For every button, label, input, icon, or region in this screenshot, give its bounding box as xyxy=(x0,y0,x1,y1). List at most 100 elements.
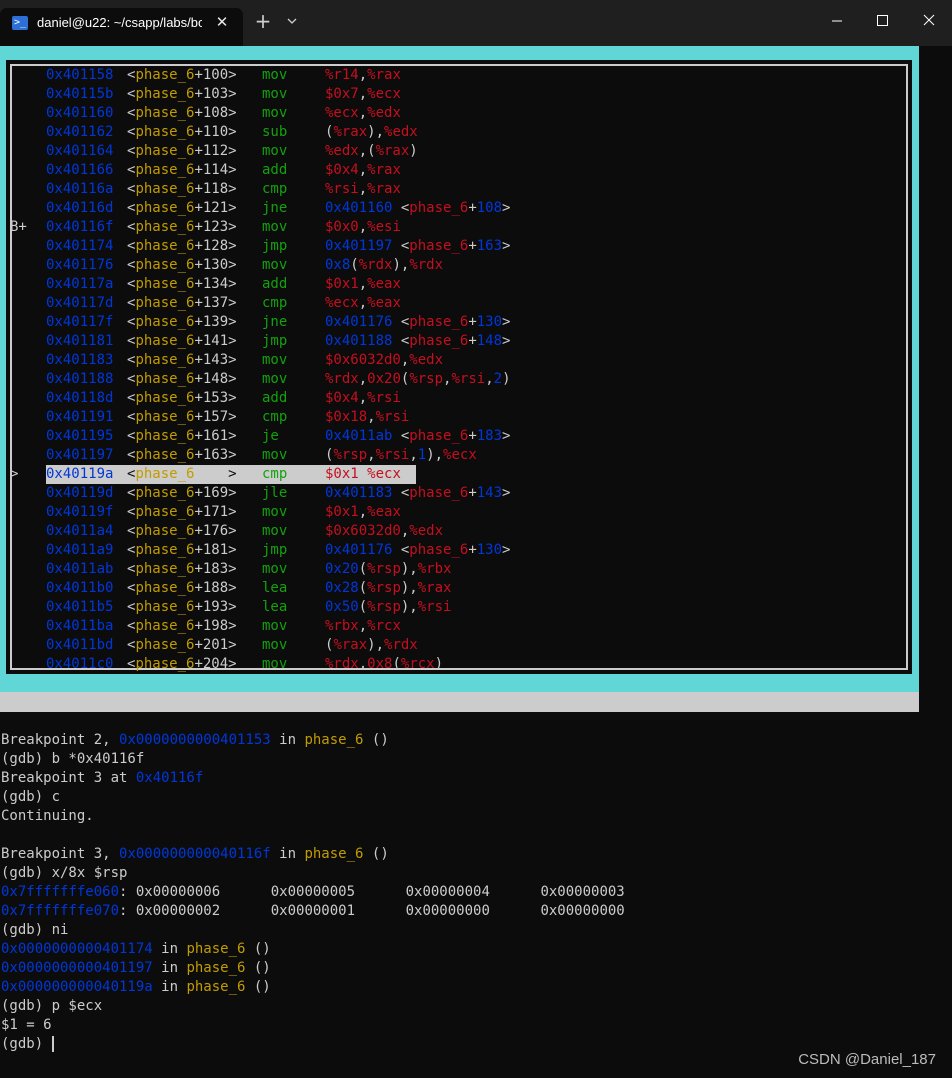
console-token: Breakpoint 3 at xyxy=(1,770,136,786)
operand-token: $0x1 xyxy=(325,466,359,482)
console-token: phase_6 xyxy=(304,846,364,862)
operand-token: %rsp xyxy=(367,561,401,577)
instruction-symbol: <phase_6+183> xyxy=(127,560,237,579)
instruction-address: 0x40119a xyxy=(46,466,114,482)
instruction-mnemonic: mov xyxy=(262,352,288,368)
chevron-down-icon[interactable] xyxy=(284,13,300,29)
instruction-address: 0x4011ba xyxy=(46,618,114,634)
operand-token: ) xyxy=(502,371,511,387)
instruction-operands: $0x1,%eax xyxy=(325,503,401,522)
console-token: 0x0000000000401174 xyxy=(1,941,153,957)
symbol-close: > xyxy=(228,295,237,311)
console-token: (gdb) p $ecx xyxy=(1,998,103,1014)
operand-token: phase_6 xyxy=(409,485,469,501)
symbol-close: > xyxy=(228,447,237,463)
instruction-address: 0x401174 xyxy=(46,238,114,254)
operand-token: 0x401183 xyxy=(325,485,393,501)
instruction-operands: $0x0,%esi xyxy=(325,218,401,237)
instruction-symbol: <phase_6+181> xyxy=(127,541,237,560)
instruction-address: 0x4011c0 xyxy=(46,656,114,672)
terminal-tab[interactable]: >_ daniel@u22: ~/csapp/labs/bo ✕ xyxy=(0,8,243,46)
status-thread-info: multi-thre Thread 0x7ffff7fa77 In: phase… xyxy=(2,714,357,730)
instruction-operands: 0x401176 <phase_6+130> xyxy=(325,313,510,332)
console-line: (gdb) ni xyxy=(1,921,625,940)
operand-token: $0x0 xyxy=(325,219,359,235)
operand-token: %ecx xyxy=(367,86,401,102)
symbol-close: > xyxy=(228,162,237,178)
instruction-mnemonic: mov xyxy=(262,618,288,634)
symbol-function: phase_6 xyxy=(135,390,195,406)
new-tab-button[interactable]: + xyxy=(252,10,274,32)
operand-token: %rsp xyxy=(367,599,401,615)
console-line: 0x0000000000401197 in phase_6 () xyxy=(1,959,625,978)
symbol-close: > xyxy=(228,523,237,539)
instruction-symbol: <phase_6+169> xyxy=(127,484,237,503)
symbol-close: > xyxy=(228,485,237,501)
symbol-function: phase_6 xyxy=(135,124,195,140)
operand-token: , xyxy=(367,409,376,425)
console-line: 0x7fffffffe070: 0x00000002 0x00000001 0x… xyxy=(1,902,625,921)
instruction-operands: %ecx,%eax xyxy=(325,294,401,313)
console-line: Continuing. xyxy=(1,807,625,826)
console-line: $1 = 6 xyxy=(1,1016,625,1035)
instruction-operands: 0x50(%rsp),%rsi xyxy=(325,598,451,617)
operand-token: %rax xyxy=(417,580,452,596)
symbol-function: phase_6 xyxy=(135,656,195,672)
console-token: in xyxy=(152,960,187,976)
operand-token: %rdx xyxy=(358,257,393,273)
console-token: 0x0000000000401197 xyxy=(1,960,153,976)
symbol-offset: +183 xyxy=(194,561,229,577)
symbol-close: > xyxy=(228,219,237,235)
operand-token: %eax xyxy=(367,276,401,292)
operand-token: < xyxy=(392,333,410,349)
symbol-offset: +161 xyxy=(194,428,229,444)
operand-token: %rsi xyxy=(325,181,359,197)
operand-token: 0x8 xyxy=(367,656,393,672)
instruction-mnemonic: cmp xyxy=(262,295,288,311)
operand-token: $0x18 xyxy=(325,409,368,425)
console-token: phase_6 xyxy=(186,941,246,957)
console-prompt-line[interactable]: (gdb) xyxy=(1,1035,625,1054)
operand-token: 0x8 xyxy=(325,257,351,273)
symbol-function: phase_6 xyxy=(135,409,195,425)
maximize-button[interactable] xyxy=(860,6,906,36)
operand-token: %edx xyxy=(384,124,418,140)
operand-token: %ecx xyxy=(443,447,477,463)
close-window-button[interactable] xyxy=(906,6,952,36)
symbol-function: phase_6 xyxy=(135,181,195,197)
gdb-console[interactable]: Breakpoint 2, 0x0000000000401153 in phas… xyxy=(1,731,625,1054)
instruction-mnemonic: mov xyxy=(262,257,288,273)
instruction-operands: 0x4011ab <phase_6+183> xyxy=(325,427,510,446)
operand-token: %rdx xyxy=(325,371,359,387)
instruction-mnemonic: mov xyxy=(262,523,288,539)
symbol-function: phase_6 xyxy=(135,428,195,444)
symbol-function: phase_6 xyxy=(135,295,195,311)
operand-token: ), xyxy=(367,637,385,653)
operand-token: ( xyxy=(358,599,368,615)
instruction-operands: $0x4,%rax xyxy=(325,161,401,180)
instruction-symbol: <phase_6+193> xyxy=(127,598,237,617)
operand-token: , xyxy=(358,219,368,235)
symbol-offset: +166 xyxy=(194,466,229,482)
close-tab-icon[interactable]: ✕ xyxy=(213,13,231,31)
instruction-address: 0x40116d xyxy=(46,200,114,216)
instruction-operands: 0x401197 <phase_6+163> xyxy=(325,237,510,256)
symbol-offset: +153 xyxy=(194,390,229,406)
console-token: (gdb) ni xyxy=(1,922,69,938)
operand-token: phase_6 xyxy=(409,333,469,349)
symbol-close: > xyxy=(228,561,237,577)
instruction-address: 0x401176 xyxy=(46,257,114,273)
operand-token: ( xyxy=(358,580,368,596)
instruction-mnemonic: je xyxy=(262,428,279,444)
symbol-function: phase_6 xyxy=(135,466,195,482)
console-token: 0x0000000000401153 xyxy=(119,732,271,748)
console-line: 0x000000000040119a in phase_6 () xyxy=(1,978,625,997)
operand-token: %rsp xyxy=(409,371,444,387)
operand-token: < xyxy=(392,428,410,444)
instruction-symbol: <phase_6+108> xyxy=(127,104,237,123)
minimize-button[interactable] xyxy=(814,6,860,36)
operand-token: %rsp xyxy=(333,447,368,463)
instruction-address: 0x40115b xyxy=(46,86,114,102)
instruction-mnemonic: jmp xyxy=(262,238,288,254)
operand-token: ( xyxy=(350,257,359,273)
